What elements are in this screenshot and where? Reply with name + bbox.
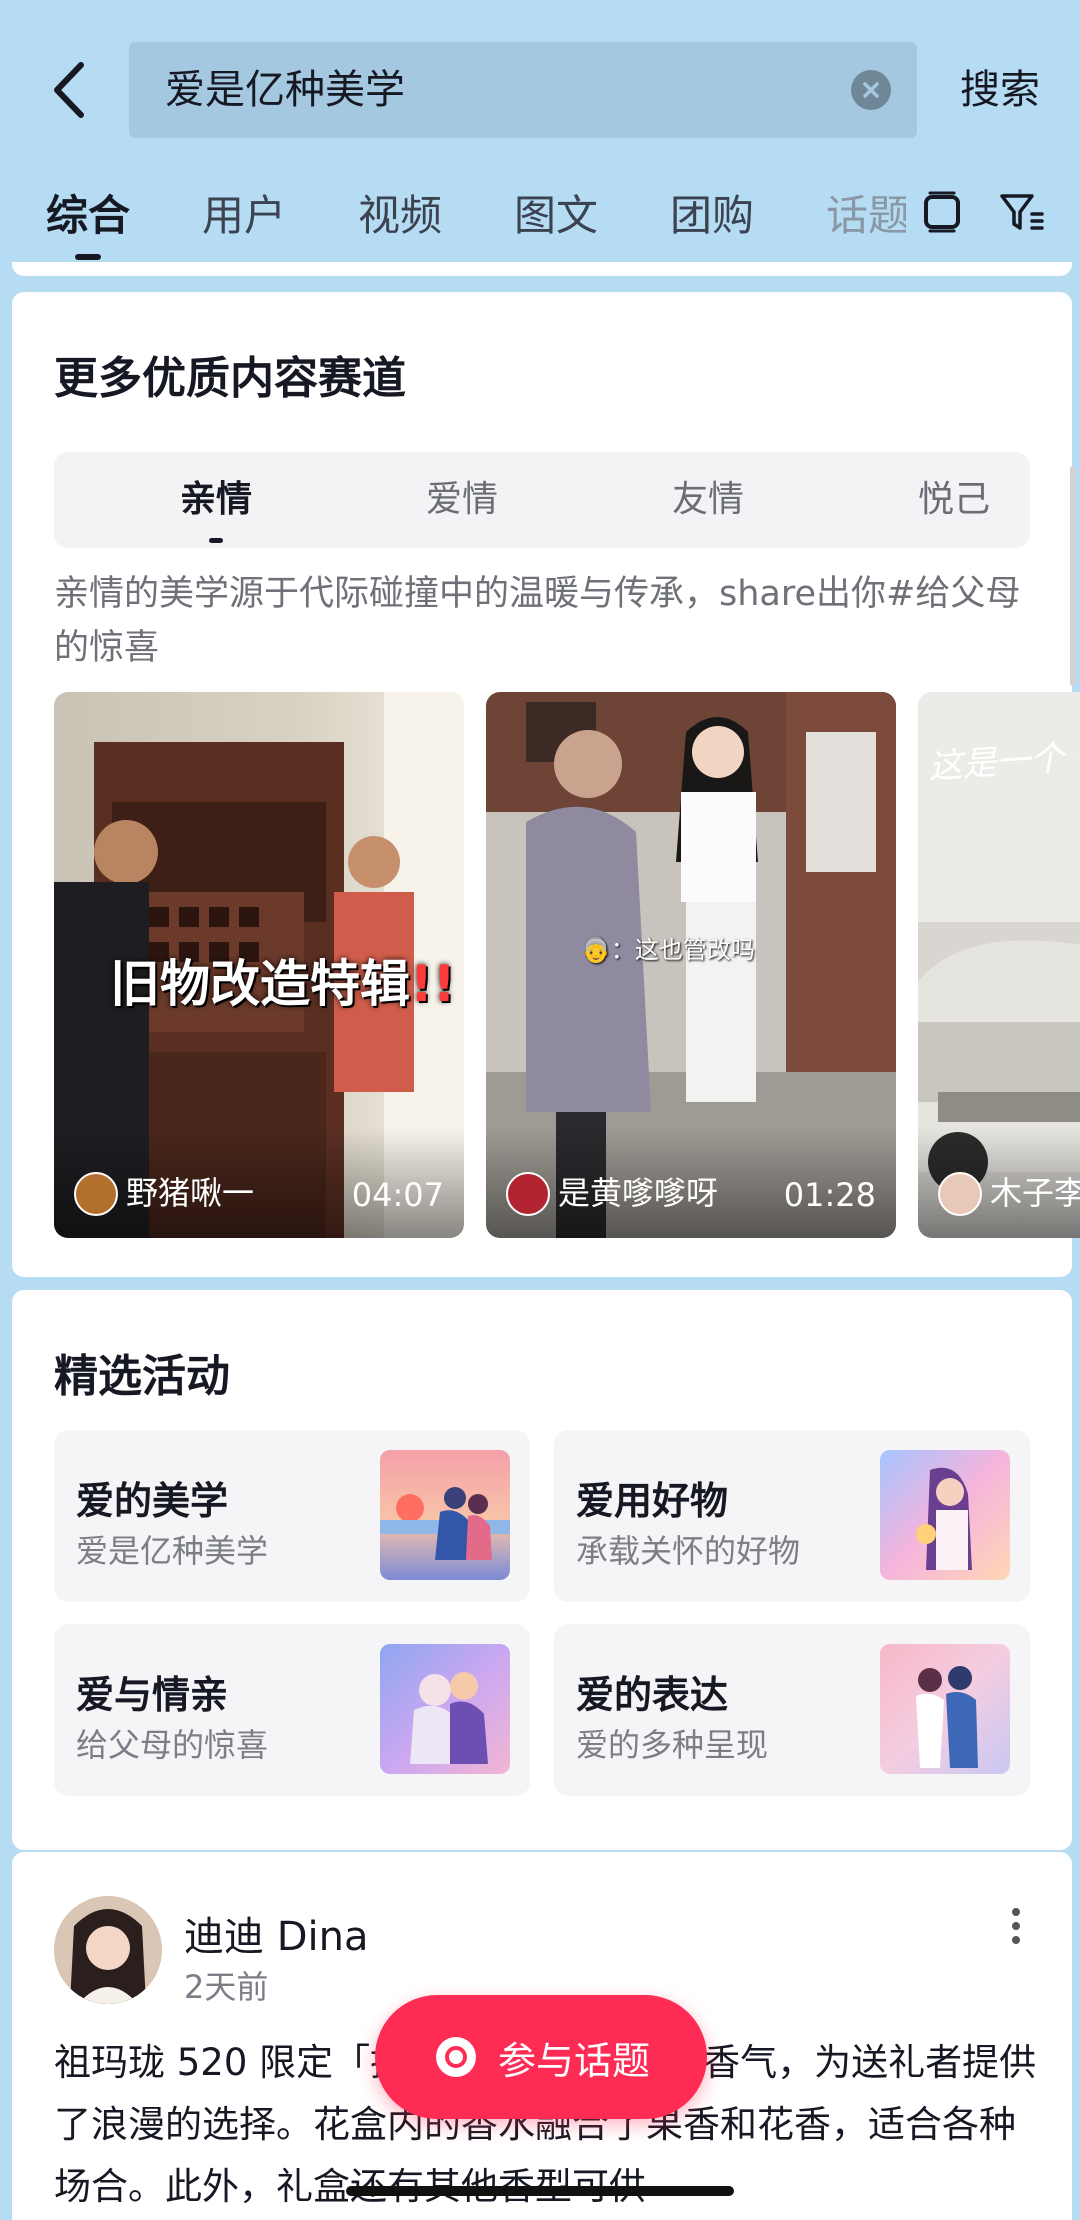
activity-subtitle: 承载关怀的好物 [576, 1532, 801, 1570]
video-meta: 野猪啾一 04:07 [54, 1128, 464, 1238]
activity-thumbnail [380, 1450, 510, 1580]
video-card[interactable]: 这是一个 怀念 木子李 [918, 692, 1080, 1238]
more-vertical-icon [1012, 1908, 1020, 1944]
activity-item[interactable]: 爱的美学 爱是亿种美学 [54, 1430, 530, 1602]
activity-title: 爱的表达 [576, 1673, 729, 1717]
track-segment-control: 亲情 爱情 友情 悦己 [54, 452, 1030, 548]
back-button[interactable] [44, 55, 94, 125]
tab-users[interactable]: 用户 [202, 182, 286, 243]
video-author: 是黄嗲嗲呀 [558, 1174, 719, 1212]
search-button[interactable]: 搜索 [960, 60, 1040, 120]
content-tracks-card: 更多优质内容赛道 亲情 爱情 友情 悦己 亲情的美学源于代际碰撞中的温暖与传承，… [12, 292, 1080, 1277]
activity-item[interactable]: 爱用好物 承载关怀的好物 [554, 1430, 1030, 1602]
top-bar: 爱是亿种美学 搜索 综合 用户 视频 图文 团购 话题 [0, 0, 1080, 262]
activity-thumbnail [380, 1644, 510, 1774]
layout-toggle-button[interactable] [914, 184, 970, 240]
activity-thumbnail [880, 1644, 1010, 1774]
activity-title: 爱的美学 [76, 1479, 229, 1523]
video-duration: 01:28 [783, 1176, 876, 1214]
camera-icon [435, 2037, 476, 2077]
activity-subtitle: 爱是亿种美学 [76, 1532, 269, 1570]
search-query: 爱是亿种美学 [165, 67, 405, 113]
tab-posts[interactable]: 图文 [514, 182, 598, 243]
segment-friendship[interactable]: 友情 [628, 452, 788, 548]
section-title: 精选活动 [54, 1351, 230, 1402]
activity-thumbnail [880, 1450, 1010, 1580]
section-title: 更多优质内容赛道 [54, 353, 406, 404]
close-icon [863, 82, 879, 98]
active-tab-indicator [75, 254, 101, 260]
avatar[interactable] [54, 1896, 162, 2004]
featured-activities-card: 精选活动 爱的美学 爱是亿种美学 爱用好物 承载关怀的好物 爱与情亲 给父母的惊… [12, 1290, 1072, 1850]
avatar [506, 1172, 550, 1216]
segment-family[interactable]: 亲情 [136, 452, 296, 548]
join-topic-button[interactable]: 参与话题 [375, 1995, 707, 2119]
filter-icon [1000, 194, 1044, 230]
avatar [74, 1172, 118, 1216]
segment-love[interactable]: 爱情 [382, 452, 542, 548]
video-meta: 木子李 [918, 1128, 1080, 1238]
activity-title: 爱用好物 [576, 1479, 729, 1523]
video-carousel: 旧物改造特辑!! 野猪啾一 04:07 👵：这也管改吗 是黄嗲嗲呀 01:28 … [54, 692, 1080, 1238]
video-author: 木子李 [990, 1174, 1080, 1212]
tab-group-buy[interactable]: 团购 [670, 182, 754, 243]
post-author[interactable]: 迪迪 Dina [184, 1904, 369, 1962]
video-overlay-title: 旧物改造特辑!! [110, 955, 456, 1013]
activity-item[interactable]: 爱与情亲 给父母的惊喜 [54, 1624, 530, 1796]
video-card[interactable]: 👵：这也管改吗 是黄嗲嗲呀 01:28 [486, 692, 896, 1238]
tab-topics[interactable]: 话题 [826, 182, 906, 243]
avatar [938, 1172, 982, 1216]
track-description: 亲情的美学源于代际碰撞中的温暖与传承，share出你#给父母的惊喜 [54, 574, 1021, 668]
video-author: 野猪啾一 [126, 1174, 255, 1212]
previous-card-edge [12, 262, 1072, 276]
video-meta: 是黄嗲嗲呀 01:28 [486, 1128, 896, 1238]
clear-search-button[interactable] [851, 70, 891, 110]
post-time: 2天前 [184, 1968, 269, 2006]
more-options-button[interactable] [1010, 1906, 1022, 1946]
filter-button[interactable] [994, 184, 1050, 240]
segment-self[interactable]: 悦己 [874, 452, 1034, 548]
join-topic-label: 参与话题 [497, 2038, 650, 2083]
tab-videos[interactable]: 视频 [358, 182, 442, 243]
activity-item[interactable]: 爱的表达 爱的多种呈现 [554, 1624, 1030, 1796]
chevron-left-icon [54, 62, 84, 118]
activity-title: 爱与情亲 [76, 1673, 229, 1717]
video-caption: 👵：这也管改吗 [581, 936, 755, 964]
video-duration: 04:07 [351, 1176, 444, 1214]
search-input[interactable]: 爱是亿种美学 [129, 42, 917, 138]
activity-subtitle: 爱的多种呈现 [576, 1726, 769, 1764]
activity-subtitle: 给父母的惊喜 [76, 1726, 269, 1764]
layout-toggle-icon [924, 191, 960, 233]
scrollbar[interactable] [1070, 466, 1076, 686]
search-tabs: 综合 用户 视频 图文 团购 话题 [0, 170, 1080, 260]
segment-indicator [209, 538, 223, 543]
video-card[interactable]: 旧物改造特辑!! 野猪啾一 04:07 [54, 692, 464, 1238]
tab-all[interactable]: 综合 [46, 182, 130, 243]
home-indicator[interactable] [346, 2186, 734, 2196]
